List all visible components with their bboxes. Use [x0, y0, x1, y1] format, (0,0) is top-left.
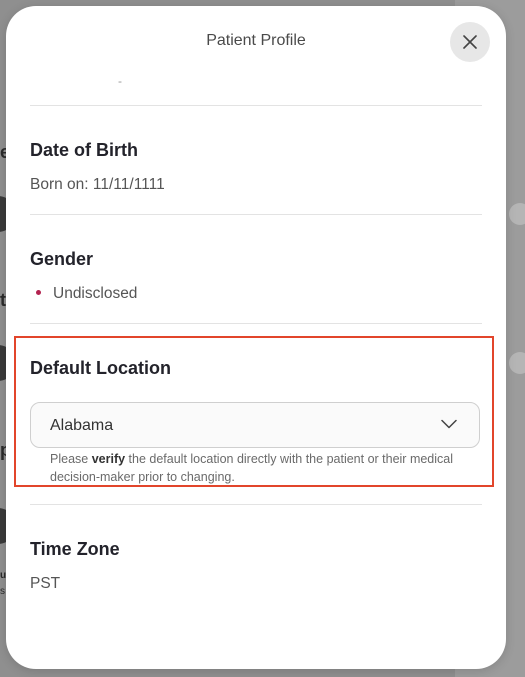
divider: [30, 214, 482, 215]
divider: [30, 504, 482, 505]
close-icon: [463, 35, 477, 49]
gender-title: Gender: [30, 249, 94, 269]
time-zone-value: PST: [30, 575, 61, 592]
highlight-annotation: [14, 336, 494, 487]
modal-title: Patient Profile: [206, 32, 306, 49]
time-zone-title: Time Zone: [30, 539, 120, 559]
divider: [30, 323, 482, 324]
dob-title: Date of Birth: [30, 140, 138, 160]
divider: [30, 105, 482, 106]
gender-value: Undisclosed: [53, 285, 138, 302]
background-control: [509, 203, 525, 225]
gender-value-row: Undisclosed: [30, 285, 137, 303]
background-text: s: [0, 586, 5, 597]
modal-header: Patient Profile: [6, 6, 506, 78]
truncated-content: -: [118, 74, 122, 88]
bullet-icon: [36, 290, 41, 296]
dob-value: Born on: 11/11/1111: [30, 176, 165, 193]
close-button[interactable]: [450, 22, 490, 62]
background-control: [509, 352, 525, 374]
